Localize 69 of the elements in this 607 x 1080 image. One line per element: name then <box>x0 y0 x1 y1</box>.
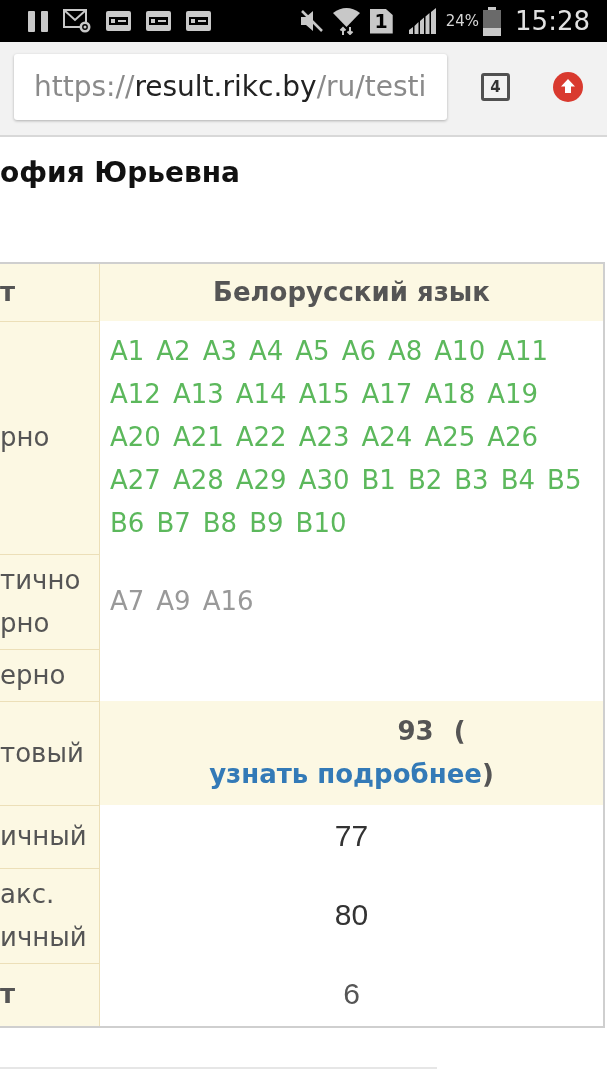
cell-value: 77 <box>334 819 369 852</box>
question-code: A20 <box>110 421 161 454</box>
question-code: A26 <box>487 421 539 454</box>
battery-percentage: 24% <box>445 12 480 30</box>
question-code: A18 <box>424 378 476 411</box>
question-code: A30 <box>298 464 350 497</box>
upload-icon[interactable] <box>553 71 583 102</box>
mail-icon <box>63 9 91 33</box>
question-code: A6 <box>341 335 376 368</box>
total-score-text: 93 ( узнать подробнее) <box>208 715 495 791</box>
question-code: B3 <box>454 464 489 497</box>
question-code: A17 <box>361 378 413 411</box>
question-code: A16 <box>202 585 254 618</box>
mute-icon <box>298 10 323 32</box>
battery-icon <box>483 6 502 36</box>
column-header: Белорусский язык <box>213 277 490 307</box>
question-code: A27 <box>110 464 161 497</box>
question-code: B2 <box>407 464 443 497</box>
details-link[interactable]: узнать подробнее <box>209 759 482 789</box>
question-code: A7 <box>110 585 145 618</box>
tabs-button[interactable]: 4 <box>481 72 510 101</box>
question-code: A10 <box>434 335 486 368</box>
row-label: ичный <box>0 821 87 851</box>
page-title: офия Юрьевна <box>0 155 240 191</box>
row-label: рно <box>0 422 50 452</box>
question-code: A24 <box>361 421 413 454</box>
question-code: A3 <box>202 335 237 368</box>
question-code: A29 <box>235 464 287 497</box>
question-code: A9 <box>156 585 191 618</box>
question-code: B10 <box>295 507 347 540</box>
question-code: A11 <box>497 335 549 368</box>
question-code: A8 <box>387 335 423 368</box>
question-code: A1 <box>110 335 145 368</box>
card-icon <box>106 11 131 31</box>
question-code: B6 <box>110 507 145 540</box>
question-code: B8 <box>202 507 238 540</box>
question-code: A19 <box>487 378 539 411</box>
question-code: B1 <box>361 464 396 497</box>
question-code: A12 <box>110 378 161 411</box>
row-label: товый <box>0 737 84 768</box>
signal-icon <box>408 8 436 34</box>
question-code: A15 <box>298 378 350 411</box>
row-label: ерно <box>0 659 66 690</box>
question-code: B5 <box>547 464 582 497</box>
row-label: т <box>0 979 16 1010</box>
question-code: A4 <box>249 335 284 368</box>
question-code: A2 <box>156 335 191 368</box>
sim-card-icon: 1 <box>369 8 393 34</box>
card-icon <box>186 11 211 31</box>
cell-value: 6 <box>343 977 360 1010</box>
column-header: т <box>0 276 16 307</box>
question-code: B7 <box>156 507 191 540</box>
wifi-icon <box>332 7 360 35</box>
question-code: A13 <box>172 378 224 411</box>
clock-time: 15:28 <box>515 6 590 36</box>
question-code: A22 <box>235 421 287 454</box>
question-code: A23 <box>298 421 350 454</box>
cell-value: 80 <box>334 898 369 931</box>
question-code: A28 <box>172 464 224 497</box>
question-code: A21 <box>172 421 224 454</box>
question-code: B9 <box>249 507 284 540</box>
card-icon <box>146 11 171 31</box>
question-code: A14 <box>235 378 287 411</box>
row-label: акс. ичный <box>0 878 87 952</box>
pause-icon <box>28 10 48 32</box>
question-code: A25 <box>424 421 476 454</box>
question-code: A5 <box>295 335 330 368</box>
question-code: B4 <box>500 464 536 497</box>
address-field[interactable]: https://result.rikc.by/ru/testi <box>14 53 447 120</box>
